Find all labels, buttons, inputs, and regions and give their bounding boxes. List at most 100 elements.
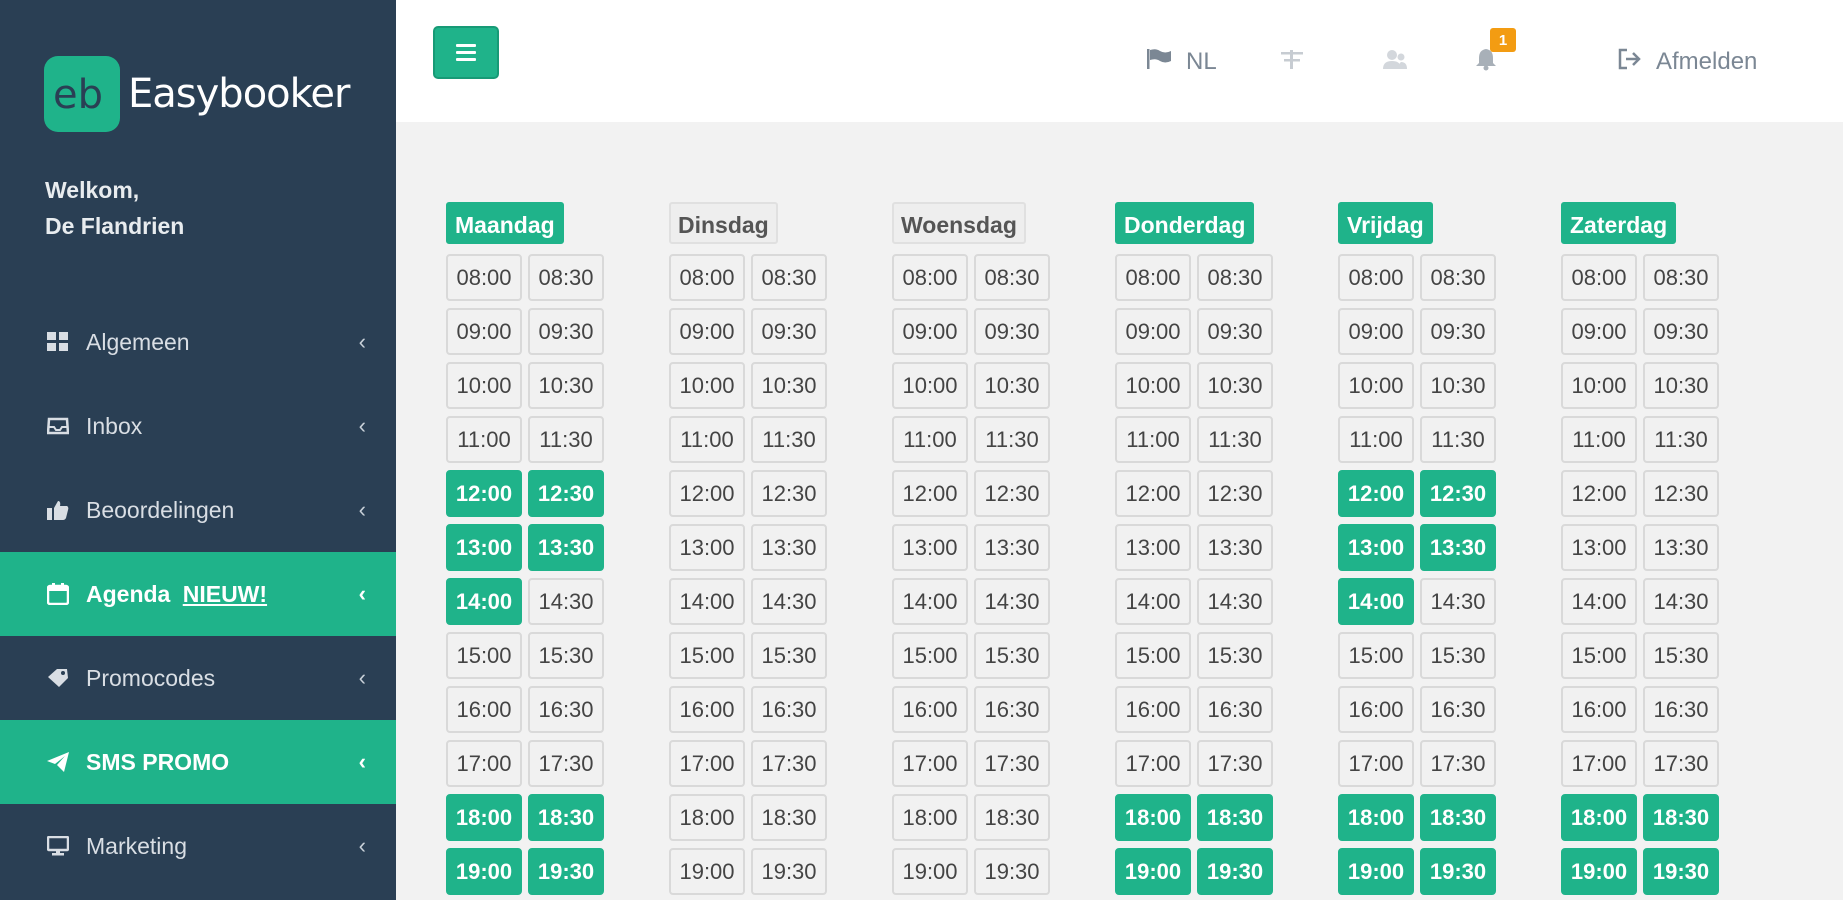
time-slot-button[interactable]: 11:00 bbox=[892, 416, 968, 463]
time-slot-button[interactable]: 12:00 bbox=[1338, 470, 1414, 517]
day-toggle-donderdag[interactable]: Donderdag bbox=[1115, 202, 1255, 244]
time-slot-button[interactable]: 13:00 bbox=[446, 524, 522, 571]
time-slot-button[interactable]: 17:00 bbox=[669, 740, 745, 787]
time-slot-button[interactable]: 19:00 bbox=[1115, 848, 1191, 895]
time-slot-button[interactable]: 10:00 bbox=[1338, 362, 1414, 409]
day-toggle-vrijdag[interactable]: Vrijdag bbox=[1338, 202, 1433, 244]
time-slot-button[interactable]: 14:30 bbox=[1420, 578, 1496, 625]
time-slot-button[interactable]: 18:30 bbox=[751, 794, 827, 841]
time-slot-button[interactable]: 12:00 bbox=[1561, 470, 1637, 517]
time-slot-button[interactable]: 13:00 bbox=[1115, 524, 1191, 571]
time-slot-button[interactable]: 12:30 bbox=[528, 470, 604, 517]
time-slot-button[interactable]: 18:30 bbox=[974, 794, 1050, 841]
time-slot-button[interactable]: 14:00 bbox=[1338, 578, 1414, 625]
time-slot-button[interactable]: 16:00 bbox=[1115, 686, 1191, 733]
time-slot-button[interactable]: 19:30 bbox=[528, 848, 604, 895]
time-slot-button[interactable]: 10:00 bbox=[1115, 362, 1191, 409]
time-slot-button[interactable]: 16:30 bbox=[528, 686, 604, 733]
time-slot-button[interactable]: 14:30 bbox=[974, 578, 1050, 625]
time-slot-button[interactable]: 18:00 bbox=[892, 794, 968, 841]
time-slot-button[interactable]: 13:30 bbox=[751, 524, 827, 571]
time-slot-button[interactable]: 19:00 bbox=[669, 848, 745, 895]
time-slot-button[interactable]: 17:30 bbox=[1643, 740, 1719, 787]
sidebar-item-marketing[interactable]: Marketing ‹ bbox=[0, 804, 396, 888]
time-slot-button[interactable]: 12:30 bbox=[974, 470, 1050, 517]
time-slot-button[interactable]: 10:30 bbox=[974, 362, 1050, 409]
time-slot-button[interactable]: 13:00 bbox=[1338, 524, 1414, 571]
time-slot-button[interactable]: 17:30 bbox=[1197, 740, 1273, 787]
time-slot-button[interactable]: 15:00 bbox=[892, 632, 968, 679]
time-slot-button[interactable]: 14:00 bbox=[1561, 578, 1637, 625]
time-slot-button[interactable]: 11:30 bbox=[528, 416, 604, 463]
time-slot-button[interactable]: 10:00 bbox=[446, 362, 522, 409]
time-slot-button[interactable]: 19:30 bbox=[1643, 848, 1719, 895]
time-slot-button[interactable]: 17:00 bbox=[446, 740, 522, 787]
time-slot-button[interactable]: 13:30 bbox=[974, 524, 1050, 571]
time-slot-button[interactable]: 15:00 bbox=[1561, 632, 1637, 679]
time-slot-button[interactable]: 09:30 bbox=[1197, 308, 1273, 355]
time-slot-button[interactable]: 14:30 bbox=[751, 578, 827, 625]
time-slot-button[interactable]: 18:30 bbox=[1420, 794, 1496, 841]
time-slot-button[interactable]: 08:00 bbox=[1115, 254, 1191, 301]
time-slot-button[interactable]: 08:30 bbox=[1420, 254, 1496, 301]
time-slot-button[interactable]: 14:30 bbox=[528, 578, 604, 625]
time-slot-button[interactable]: 08:30 bbox=[751, 254, 827, 301]
time-slot-button[interactable]: 10:30 bbox=[751, 362, 827, 409]
time-slot-button[interactable]: 18:30 bbox=[528, 794, 604, 841]
brand[interactable]: eb Easybooker bbox=[44, 56, 350, 132]
time-slot-button[interactable]: 15:30 bbox=[1420, 632, 1496, 679]
time-slot-button[interactable]: 11:30 bbox=[751, 416, 827, 463]
time-slot-button[interactable]: 13:30 bbox=[1420, 524, 1496, 571]
time-slot-button[interactable]: 10:30 bbox=[1197, 362, 1273, 409]
time-slot-button[interactable]: 08:00 bbox=[1561, 254, 1637, 301]
notifications-button[interactable]: 1 bbox=[1474, 28, 1516, 84]
time-slot-button[interactable]: 15:30 bbox=[1643, 632, 1719, 679]
time-slot-button[interactable]: 17:30 bbox=[528, 740, 604, 787]
time-slot-button[interactable]: 17:30 bbox=[751, 740, 827, 787]
time-slot-button[interactable]: 17:30 bbox=[1420, 740, 1496, 787]
time-slot-button[interactable]: 17:00 bbox=[1338, 740, 1414, 787]
time-slot-button[interactable]: 11:00 bbox=[446, 416, 522, 463]
time-slot-button[interactable]: 09:00 bbox=[1561, 308, 1637, 355]
language-selector[interactable]: NL bbox=[1146, 40, 1217, 84]
time-slot-button[interactable]: 14:00 bbox=[669, 578, 745, 625]
time-slot-button[interactable]: 16:00 bbox=[892, 686, 968, 733]
time-slot-button[interactable]: 12:00 bbox=[1115, 470, 1191, 517]
time-slot-button[interactable]: 18:30 bbox=[1643, 794, 1719, 841]
time-slot-button[interactable]: 10:30 bbox=[528, 362, 604, 409]
menu-toggle-button[interactable] bbox=[433, 26, 499, 79]
time-slot-button[interactable]: 11:30 bbox=[1420, 416, 1496, 463]
time-slot-button[interactable]: 13:30 bbox=[528, 524, 604, 571]
time-slot-button[interactable]: 16:00 bbox=[1561, 686, 1637, 733]
time-slot-button[interactable]: 09:30 bbox=[1420, 308, 1496, 355]
time-slot-button[interactable]: 09:30 bbox=[528, 308, 604, 355]
sidebar-item-agenda[interactable]: Agenda NIEUW! ‹ bbox=[0, 552, 396, 636]
time-slot-button[interactable]: 19:00 bbox=[892, 848, 968, 895]
sidebar-item-promocodes[interactable]: Promocodes ‹ bbox=[0, 636, 396, 720]
time-slot-button[interactable]: 09:00 bbox=[446, 308, 522, 355]
time-slot-button[interactable]: 14:00 bbox=[446, 578, 522, 625]
time-slot-button[interactable]: 16:30 bbox=[974, 686, 1050, 733]
time-slot-button[interactable]: 15:00 bbox=[446, 632, 522, 679]
time-slot-button[interactable]: 12:00 bbox=[892, 470, 968, 517]
time-slot-button[interactable]: 08:00 bbox=[1338, 254, 1414, 301]
time-slot-button[interactable]: 10:00 bbox=[1561, 362, 1637, 409]
day-toggle-maandag[interactable]: Maandag bbox=[446, 202, 564, 244]
time-slot-button[interactable]: 12:30 bbox=[1643, 470, 1719, 517]
time-slot-button[interactable]: 10:30 bbox=[1420, 362, 1496, 409]
time-slot-button[interactable]: 16:30 bbox=[1197, 686, 1273, 733]
time-slot-button[interactable]: 19:00 bbox=[1561, 848, 1637, 895]
time-slot-button[interactable]: 14:00 bbox=[1115, 578, 1191, 625]
time-slot-button[interactable]: 18:00 bbox=[1561, 794, 1637, 841]
time-slot-button[interactable]: 15:30 bbox=[528, 632, 604, 679]
time-slot-button[interactable]: 19:00 bbox=[1338, 848, 1414, 895]
time-slot-button[interactable]: 08:30 bbox=[1643, 254, 1719, 301]
time-slot-button[interactable]: 10:00 bbox=[669, 362, 745, 409]
time-slot-button[interactable]: 18:00 bbox=[669, 794, 745, 841]
time-slot-button[interactable]: 15:00 bbox=[669, 632, 745, 679]
time-slot-button[interactable]: 12:00 bbox=[669, 470, 745, 517]
time-slot-button[interactable]: 10:30 bbox=[1643, 362, 1719, 409]
tools-button[interactable] bbox=[1280, 40, 1304, 84]
time-slot-button[interactable]: 08:00 bbox=[446, 254, 522, 301]
time-slot-button[interactable]: 15:30 bbox=[1197, 632, 1273, 679]
